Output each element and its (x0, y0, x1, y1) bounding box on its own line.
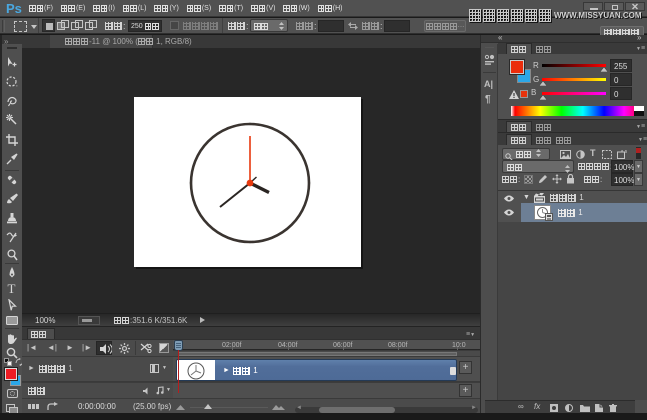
svg-text:T: T (8, 282, 16, 295)
